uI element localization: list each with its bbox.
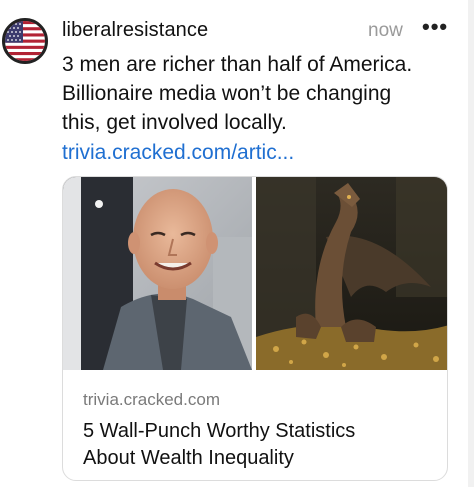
avatar[interactable]: [2, 18, 48, 64]
preview-photo-dragon: [256, 177, 447, 370]
link-preview-image: [63, 177, 447, 370]
post-text-line: 3 men are richer than half of America.: [62, 53, 413, 76]
post-text: 3 men are richer than half of America. B…: [62, 50, 462, 137]
right-edge-divider: [468, 0, 474, 487]
link-preview-title-line: About Wealth Inequality: [83, 447, 294, 469]
preview-photo-man: [63, 177, 252, 370]
post-link[interactable]: trivia.cracked.com/artic...: [62, 138, 294, 167]
us-flag-avatar-icon: [5, 21, 45, 61]
link-preview-title: 5 Wall-Punch Worthy Statistics About Wea…: [83, 418, 423, 472]
post-time: now: [368, 20, 403, 41]
post-text-line: Billionaire media won’t be changing: [62, 82, 392, 105]
link-preview-domain: trivia.cracked.com: [83, 390, 220, 409]
threads-post: liberalresistance now ••• 3 men are rich…: [0, 0, 474, 487]
link-preview-title-line: 5 Wall-Punch Worthy Statistics: [83, 420, 356, 442]
post-text-line: this, get involved locally.: [62, 111, 287, 134]
more-options-icon[interactable]: •••: [422, 14, 448, 40]
link-preview-card[interactable]: trivia.cracked.com 5 Wall-Punch Worthy S…: [62, 176, 448, 481]
username[interactable]: liberalresistance: [62, 19, 208, 42]
